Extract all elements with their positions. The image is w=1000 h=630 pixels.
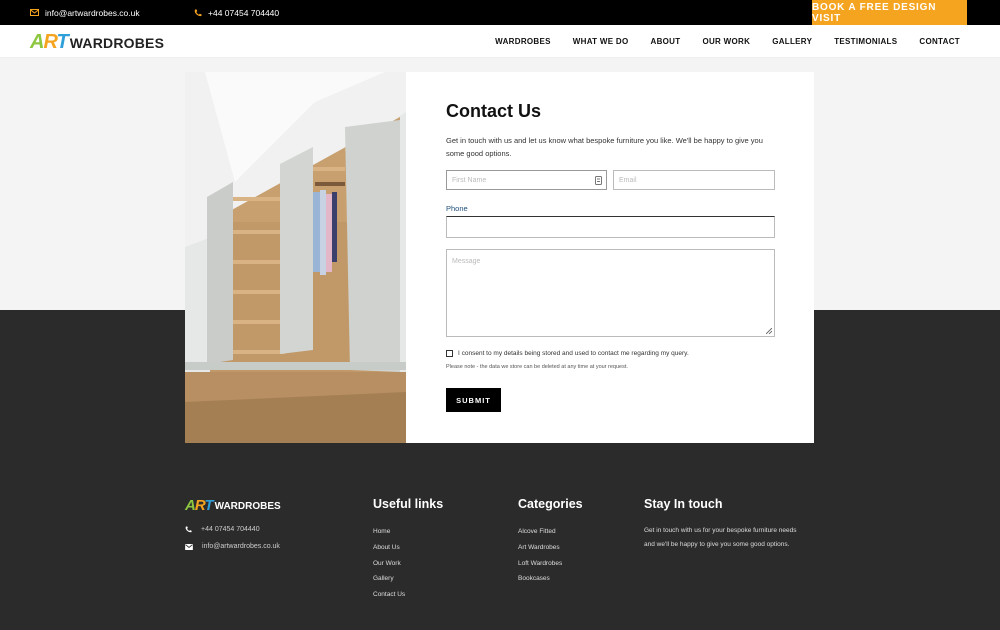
stay-in-touch-title: Stay In touch (644, 497, 723, 511)
envelope-icon (30, 9, 39, 16)
footer-phone-text: +44 07454 704440 (201, 526, 260, 533)
consent-text: I consent to my details being stored and… (458, 350, 689, 357)
resize-handle-icon[interactable] (766, 328, 772, 334)
consent-row: I consent to my details being stored and… (446, 350, 689, 357)
contact-card: Contact Us Get in touch with us and let … (185, 72, 814, 443)
email-placeholder: Email (619, 176, 637, 184)
contact-title: Contact Us (446, 101, 542, 121)
contact-intro: Get in touch with us and let us know wha… (446, 136, 763, 158)
footer-category-art-wardrobes[interactable]: Art Wardrobes (518, 540, 583, 556)
phone-input[interactable] (446, 216, 775, 238)
data-note: Please note - the data we store can be d… (446, 364, 628, 370)
nav-item-contact[interactable]: CONTACT (919, 37, 960, 46)
logo-art: ART (30, 31, 69, 53)
wardrobe-photo (185, 72, 406, 443)
phone-label: Phone (446, 204, 468, 213)
message-placeholder: Message (452, 258, 481, 265)
footer-link-contact-us[interactable]: Contact Us (373, 587, 443, 603)
main-nav: WARDROBES WHAT WE DO ABOUT OUR WORK GALL… (495, 25, 960, 58)
top-email-text: info@artwardrobes.co.uk (45, 7, 140, 18)
footer-link-our-work[interactable]: Our Work (373, 556, 443, 572)
footer-email-text: info@artwardrobes.co.uk (202, 543, 280, 550)
nav-item-our-work[interactable]: OUR WORK (702, 37, 750, 46)
top-bar: info@artwardrobes.co.uk +44 07454 704440… (0, 0, 1000, 25)
footer-category-alcove-fitted[interactable]: Alcove Fitted (518, 524, 583, 540)
top-phone-link[interactable]: +44 07454 704440 (194, 0, 279, 25)
footer-link-gallery[interactable]: Gallery (373, 571, 443, 587)
main-navbar: ART WARDROBES WARDROBES WHAT WE DO ABOUT… (0, 25, 1000, 58)
nav-item-about[interactable]: ABOUT (651, 37, 681, 46)
first-name-input[interactable]: First Name (446, 170, 607, 190)
site-logo[interactable]: ART WARDROBES (30, 30, 164, 52)
phone-icon (194, 9, 202, 16)
autofill-icon (595, 176, 602, 185)
footer-link-about-us[interactable]: About Us (373, 540, 443, 556)
footer-category-bookcases[interactable]: Bookcases (518, 571, 583, 587)
top-phone-text: +44 07454 704440 (208, 7, 280, 18)
footer-logo-word: WARDROBES (214, 501, 281, 512)
categories-title: Categories (518, 497, 583, 511)
footer-category-loft-wardrobes[interactable]: Loft Wardrobes (518, 556, 583, 572)
phone-icon (185, 526, 192, 533)
nav-item-what-we-do[interactable]: WHAT WE DO (573, 37, 629, 46)
footer-phone-link[interactable]: +44 07454 704440 (185, 526, 260, 533)
envelope-icon (185, 543, 193, 550)
submit-button[interactable]: SUBMIT (446, 388, 501, 412)
nav-item-gallery[interactable]: GALLERY (772, 37, 812, 46)
top-email-link[interactable]: info@artwardrobes.co.uk (30, 0, 140, 25)
footer-logo[interactable]: ART WARDROBES (185, 498, 281, 513)
logo-word: WARDROBES (69, 35, 165, 51)
categories-column: Categories Alcove Fitted Art Wardrobes L… (518, 497, 583, 587)
useful-links-column: Useful links Home About Us Our Work Gall… (373, 497, 443, 603)
useful-links-title: Useful links (373, 497, 444, 511)
nav-item-wardrobes[interactable]: WARDROBES (495, 37, 551, 46)
first-name-placeholder: First Name (452, 176, 487, 184)
footer-email-link[interactable]: info@artwardrobes.co.uk (185, 543, 280, 550)
email-input[interactable]: Email (613, 170, 775, 190)
nav-item-testimonials[interactable]: TESTIMONIALS (834, 37, 897, 46)
footer-logo-art: ART (185, 497, 214, 514)
consent-checkbox[interactable] (446, 350, 453, 357)
stay-in-touch-column: Stay In touch Get in touch with us for y… (644, 497, 809, 551)
message-textarea[interactable]: Message (446, 249, 775, 337)
stay-in-touch-text: Get in touch with us for your bespoke fu… (644, 527, 797, 548)
footer-link-home[interactable]: Home (373, 524, 443, 540)
book-design-visit-button[interactable]: BOOK A FREE DESIGN VISIT (812, 0, 967, 25)
